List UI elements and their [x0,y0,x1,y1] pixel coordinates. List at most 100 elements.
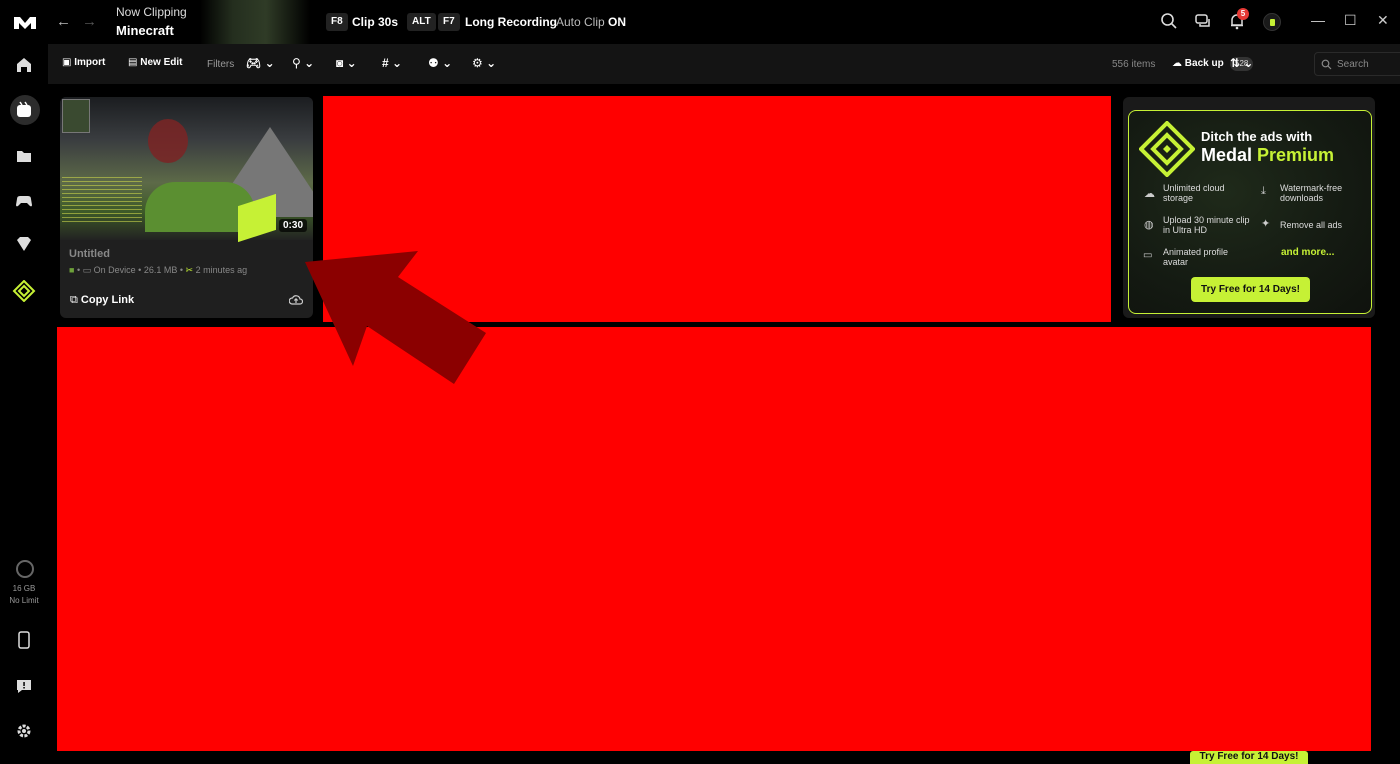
notification-badge: 5 [1237,8,1249,20]
clip-duration: 0:30 [278,219,307,232]
copy-icon: ⧉ [70,294,78,306]
clip-thumbnail[interactable]: 0:30 [60,97,313,243]
user-icon: ⚉ [428,56,439,70]
cloud-icon: ☁ [1172,58,1182,69]
search-box [1314,52,1400,76]
clip-scissors-icon: ✂ [185,265,194,275]
folder-icon[interactable] [0,147,48,165]
forward-arrow-icon[interactable]: → [82,13,97,30]
search-box-icon [1321,59,1332,70]
location-filter-dropdown[interactable]: ⚲ ⌄ [292,56,314,70]
now-clipping-label: Now Clipping [116,5,187,19]
import-button[interactable]: ▣ Import [62,57,105,68]
left-sidebar: 16 GB No Limit [0,44,48,764]
try-free-button-secondary[interactable]: Try Free for 14 Days! [1190,751,1308,764]
storage-limit: No Limit [9,596,39,605]
device-icon: ▭ [82,265,92,275]
search-input[interactable] [1337,57,1400,71]
maximize-icon[interactable]: ☐ [1344,12,1357,29]
tag-filter-dropdown[interactable]: # ⌄ [382,56,402,70]
image-icon: ◙ [336,56,344,70]
back-arrow-icon[interactable]: ← [56,13,71,30]
download-icon: ⤓ [1261,185,1266,197]
clip-location: On Device [93,265,136,275]
close-icon[interactable]: ✕ [1377,12,1389,29]
long-recording-hotkey: F7 [438,13,460,31]
storage-size: 16 GB [12,584,36,593]
game-thumbnail [200,0,310,44]
feature-cloud-storage: Unlimited cloud storage [1163,183,1225,203]
title-bar: ← → Now Clipping Minecraft F8 Clip 30s A… [0,0,1400,44]
long-recording-button[interactable]: Long Recording [465,15,557,29]
clips-icon[interactable] [0,101,48,119]
game-cube-icon: ■ [69,265,75,275]
redacted-region-top [323,96,1111,322]
cloud-storage-icon: ☁ [1144,188,1155,200]
items-count: 556 items [1112,59,1156,70]
backup-label: Back up [1184,58,1224,69]
clip-title[interactable]: Untitled [69,248,110,260]
chat-icon[interactable] [1194,12,1212,30]
settings-gear-icon[interactable] [0,722,48,740]
media-type-filter-dropdown[interactable]: ◙ ⌄ [336,56,357,70]
feedback-icon[interactable] [0,677,48,695]
feature-animated-avatar: Animated profile avatar [1163,247,1229,267]
clip-size: 26.1 MB [143,265,178,275]
promo-brand: Medal Premium [1201,145,1334,166]
cloud-upload-icon[interactable] [289,294,303,306]
promo-brand-name: Medal [1201,145,1253,165]
medal-logo-icon[interactable] [12,12,38,32]
thumbnail-sphere [148,119,188,163]
search-icon[interactable] [1160,12,1178,30]
hashtag-icon: # [382,56,389,70]
copy-link-button[interactable]: ⧉ Copy Link [70,294,134,307]
library-toolbar: ▣ Import ▤ New Edit Filters 🎮︎ ⌄ ⚲ ⌄ ◙ ⌄… [48,44,1400,84]
diamond-icon[interactable] [0,235,48,253]
minimize-icon[interactable]: — [1311,12,1325,28]
thumbnail-hud-text [62,177,142,222]
sort-dropdown[interactable]: ⇅ ⌄ [1230,56,1253,70]
auto-clip-toggle[interactable]: Auto Clip ON [556,15,626,29]
auto-clip-state: ON [608,15,627,29]
and-more-link[interactable]: and more... [1281,247,1334,258]
feature-remove-ads: Remove all ads [1280,220,1343,230]
gamepad-icon[interactable] [0,192,48,210]
promo-headline: Ditch the ads with [1201,129,1313,144]
copy-link-label: Copy Link [80,294,135,306]
feature-watermark-free: Watermark-free downloads [1280,183,1343,203]
mobile-icon[interactable] [0,631,48,649]
alt-hotkey: ALT [407,13,436,31]
import-icon: ▣ [62,57,72,68]
auto-clip-label: Auto Clip [556,15,605,29]
game-filter-dropdown[interactable]: 🎮︎ ⌄ [246,56,275,70]
storage-ring-icon [16,560,34,578]
clip-card[interactable]: 0:30 Untitled ■ • ▭ On Device • 26.1 MB … [60,97,313,318]
new-edit-icon: ▤ [128,57,138,68]
location-pin-icon: ⚲ [292,56,301,70]
home-icon[interactable] [0,56,48,74]
import-label: Import [74,57,106,68]
cog-icon: ⚙ [472,56,483,70]
premium-promo-panel: Ditch the ads with Medal Premium ☁ Unlim… [1128,110,1372,314]
try-free-button[interactable]: Try Free for 14 Days! [1191,277,1310,302]
globe-icon: ◍ [1144,219,1154,231]
user-filter-dropdown[interactable]: ⚉ ⌄ [428,56,452,70]
premium-promo-card: Ditch the ads with Medal Premium ☁ Unlim… [1123,97,1375,318]
clip-time: 2 minutes ag [195,265,248,275]
clip-30s-button[interactable]: Clip 30s [352,15,398,29]
clip-meta: ■ • ▭ On Device • 26.1 MB • ✂ 2 minutes … [69,265,248,275]
medal-premium-logo-icon [1139,121,1195,177]
new-edit-button[interactable]: ▤ New Edit [128,57,182,68]
avatar[interactable] [1263,13,1281,31]
clip-hotkey: F8 [326,13,348,31]
settings-filter-dropdown[interactable]: ⚙ ⌄ [472,56,496,70]
sort-icon: ⇅ [1230,56,1241,70]
clip-library: 0:30 Untitled ■ • ▭ On Device • 26.1 MB … [48,84,1400,764]
new-edit-label: New Edit [140,57,183,68]
thumbnail-minimap [62,99,90,133]
promo-brand-highlight: Premium [1257,145,1335,165]
backup-button[interactable]: ☁ Back up [1172,58,1224,69]
medal-premium-icon[interactable] [0,280,48,302]
sparkle-icon: ✦ [1261,218,1271,230]
redacted-region-main [57,327,1371,751]
